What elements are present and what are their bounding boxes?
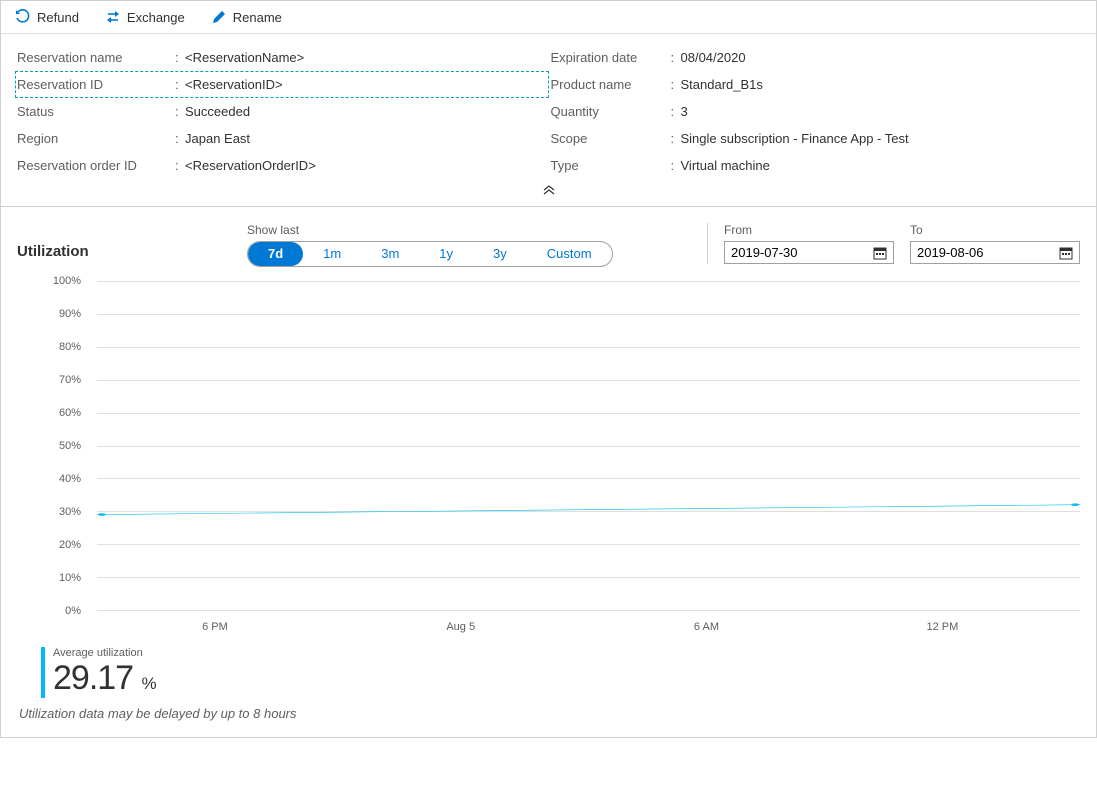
exchange-label: Exchange — [127, 10, 185, 25]
details-section: Reservation name : <ReservationName> Res… — [1, 34, 1096, 183]
from-date-input[interactable] — [724, 241, 894, 264]
to-date-input[interactable] — [910, 241, 1080, 264]
from-date-field[interactable] — [731, 245, 861, 260]
range-3m[interactable]: 3m — [361, 242, 419, 266]
to-date-field[interactable] — [917, 245, 1047, 260]
row-status: Status : Succeeded — [15, 98, 549, 125]
refund-label: Refund — [37, 10, 79, 25]
undo-icon — [15, 9, 31, 25]
pencil-icon — [211, 9, 227, 25]
rename-button[interactable]: Rename — [207, 7, 286, 27]
to-label: To — [910, 223, 1080, 237]
stat-unit: % — [142, 674, 156, 693]
rename-label: Rename — [233, 10, 282, 25]
page-frame: Refund Exchange Rename Reservation name … — [0, 0, 1097, 738]
exchange-icon — [105, 9, 121, 25]
range-3y[interactable]: 3y — [473, 242, 527, 266]
calendar-icon — [1059, 246, 1073, 260]
range-custom[interactable]: Custom — [527, 242, 612, 266]
disclaimer-text: Utilization data may be delayed by up to… — [17, 706, 1080, 721]
chevron-up-double-icon — [542, 185, 556, 195]
toolbar: Refund Exchange Rename — [1, 1, 1096, 34]
range-1y[interactable]: 1y — [419, 242, 473, 266]
reservation-name-link[interactable]: <ReservationName> — [185, 50, 304, 65]
collapse-chevron[interactable] — [1, 183, 1096, 206]
range-label: Show last — [247, 223, 613, 237]
reservation-id-value: <ReservationID> — [185, 77, 283, 92]
utilization-title: Utilization — [17, 223, 227, 260]
exchange-button[interactable]: Exchange — [101, 7, 189, 27]
refund-button[interactable]: Refund — [11, 7, 83, 27]
row-scope: Scope : Single subscription - Finance Ap… — [549, 125, 1083, 152]
time-range-pill: 7d 1m 3m 1y 3y Custom — [247, 241, 613, 267]
row-region: Region : Japan East — [15, 125, 549, 152]
range-7d[interactable]: 7d — [248, 242, 303, 266]
from-label: From — [724, 223, 894, 237]
chart-points — [97, 281, 1080, 610]
row-reservation-id: Reservation ID : <ReservationID> — [15, 71, 549, 98]
row-quantity: Quantity : 3 — [549, 98, 1083, 125]
stat-value: 29.17 — [53, 659, 133, 697]
row-reservation-name: Reservation name : <ReservationName> — [15, 44, 549, 71]
utilization-panel: Utilization Show last 7d 1m 3m 1y 3y Cus… — [1, 206, 1096, 737]
row-expiration-date: Expiration date : 08/04/2020 — [549, 44, 1083, 71]
utilization-chart: 100% 90% 80% 70% 60% 50% 40% 30% 20% 10%… — [17, 281, 1080, 641]
stat-label: Average utilization — [53, 647, 1080, 659]
row-type: Type : Virtual machine — [549, 152, 1083, 179]
reservation-order-id-link[interactable]: <ReservationOrderID> — [185, 158, 316, 173]
range-1m[interactable]: 1m — [303, 242, 361, 266]
row-reservation-order-id: Reservation order ID : <ReservationOrder… — [15, 152, 549, 179]
chart-grid — [97, 281, 1080, 611]
calendar-icon — [873, 246, 887, 260]
row-product-name: Product name : Standard_B1s — [549, 71, 1083, 98]
avg-utilization-stat: Average utilization 29.17 % — [17, 647, 1080, 698]
